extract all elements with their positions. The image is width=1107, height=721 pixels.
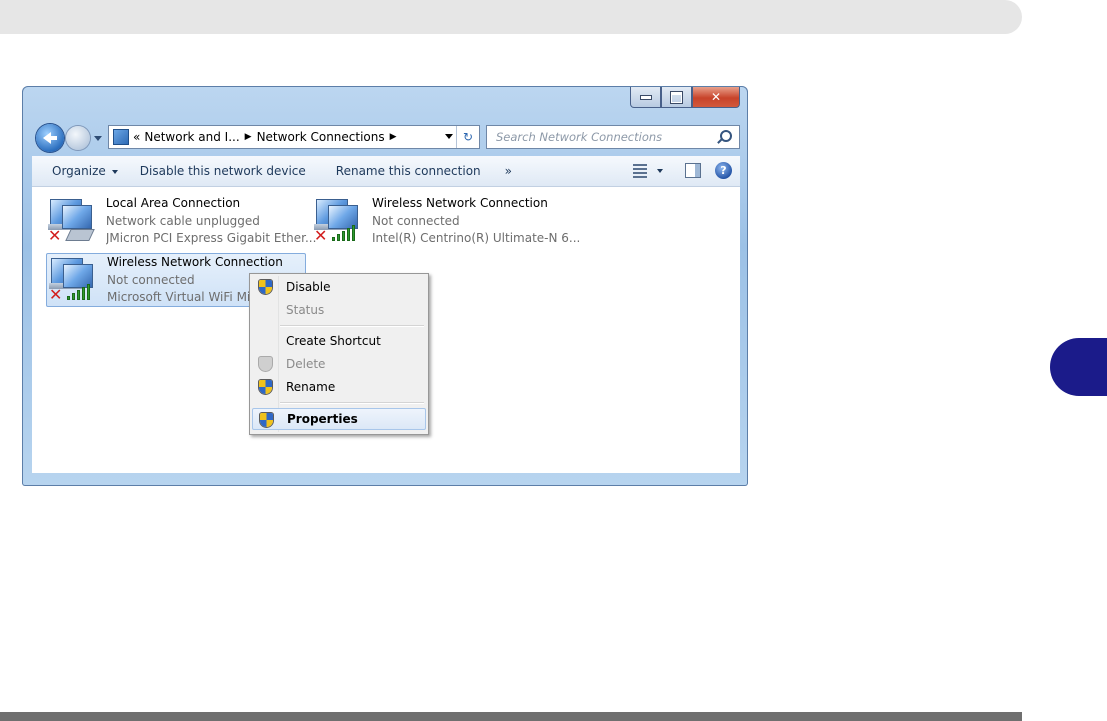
page-header-bar (0, 0, 1022, 34)
menu-item-label: Properties (287, 412, 358, 426)
close-button[interactable]: ✕ (692, 87, 740, 108)
organize-label: Organize (52, 164, 106, 178)
menu-item-disable[interactable]: Disable (252, 276, 426, 298)
forward-button[interactable] (66, 126, 90, 150)
window-controls: ✕ (630, 87, 740, 108)
refresh-button[interactable]: ↻ (456, 126, 479, 148)
menu-item-label: Disable (286, 280, 331, 294)
connection-name: Local Area Connection (105, 196, 241, 210)
preview-pane-icon[interactable] (685, 163, 701, 178)
disconnected-x-icon: ✕ (314, 226, 328, 245)
help-icon[interactable]: ? (715, 162, 732, 179)
chevron-right-icon[interactable]: ▶ (245, 132, 252, 142)
minimize-icon (640, 95, 651, 99)
breadcrumb-network-and-internet[interactable]: Network and I... (144, 130, 239, 144)
breadcrumb-network-connections[interactable]: Network Connections (257, 130, 385, 144)
uac-shield-icon (259, 280, 272, 294)
search-box[interactable]: Search Network Connections (486, 125, 740, 149)
menu-item-label: Delete (286, 357, 326, 371)
change-view-icon[interactable] (633, 163, 647, 178)
more-commands-button[interactable]: » (505, 164, 512, 178)
chevron-down-icon[interactable] (657, 169, 663, 176)
menu-item-label: Status (286, 303, 325, 317)
maximize-icon (671, 91, 682, 103)
minimize-button[interactable] (630, 87, 661, 108)
recent-pages-dropdown[interactable] (94, 136, 102, 145)
connection-item-wireless-intel[interactable]: ✕ Wireless Network Connection Not connec… (312, 195, 602, 248)
menu-item-label: Rename (286, 380, 336, 394)
back-button[interactable] (36, 124, 64, 152)
address-dropdown-icon[interactable] (445, 134, 453, 143)
connection-device: JMicron PCI Express Gigabit Ether... (105, 231, 316, 245)
rename-connection-label: Rename this connection (335, 164, 481, 178)
connection-status: Not connected (372, 213, 460, 228)
signal-bars-icon (332, 225, 356, 241)
menu-item-properties[interactable]: Properties (252, 408, 426, 430)
maximize-button[interactable] (661, 87, 692, 108)
ethernet-cable-icon (65, 229, 95, 241)
organize-button[interactable]: Organize (52, 164, 118, 178)
disable-device-button[interactable]: Disable this network device (140, 164, 306, 178)
address-bar[interactable]: « Network and I... ▶ Network Connections… (108, 125, 480, 149)
refresh-icon: ↻ (462, 130, 474, 144)
uac-shield-icon (259, 380, 272, 394)
menu-separator (280, 402, 424, 404)
connection-status: Network cable unplugged (105, 213, 260, 228)
more-commands-label: » (504, 164, 512, 178)
rename-connection-button[interactable]: Rename this connection (336, 164, 481, 178)
uac-shield-icon (259, 357, 272, 371)
close-icon: ✕ (710, 90, 722, 104)
search-icon[interactable] (720, 130, 732, 142)
signal-bars-icon (67, 284, 91, 300)
connection-name: Wireless Network Connection (372, 196, 548, 210)
chevron-down-icon (111, 169, 118, 177)
disconnected-x-icon: ✕ (49, 285, 63, 304)
menu-item-label: Create Shortcut (286, 334, 381, 348)
menu-item-rename[interactable]: Rename (252, 376, 426, 398)
breadcrumb-prefix[interactable]: « (133, 130, 140, 144)
connection-item-local-area[interactable]: ✕ Local Area Connection Network cable un… (46, 195, 316, 248)
disable-device-label: Disable this network device (139, 164, 306, 178)
network-adapter-icon: ✕ (46, 195, 98, 245)
chapter-tab (1050, 338, 1107, 396)
network-adapter-icon: ✕ (47, 254, 99, 304)
chevron-right-icon[interactable]: ▶ (390, 132, 397, 142)
command-bar: Organize Disable this network device Ren… (32, 156, 740, 187)
page-footer-bar (0, 712, 1022, 721)
network-adapter-icon: ✕ (312, 195, 364, 245)
menu-item-status[interactable]: Status (252, 299, 426, 321)
context-menu: Disable Status Create Shortcut Delete Re… (249, 273, 429, 435)
control-panel-icon (113, 129, 129, 145)
connection-name: Wireless Network Connection (107, 255, 283, 269)
menu-separator (280, 325, 424, 327)
disconnected-x-icon: ✕ (48, 226, 62, 245)
connection-device: Intel(R) Centrino(R) Ultimate-N 6... (372, 231, 581, 245)
search-input[interactable]: Search Network Connections (496, 130, 662, 144)
uac-shield-icon (260, 413, 273, 427)
menu-item-delete[interactable]: Delete (252, 353, 426, 375)
menu-item-create-shortcut[interactable]: Create Shortcut (252, 330, 426, 352)
